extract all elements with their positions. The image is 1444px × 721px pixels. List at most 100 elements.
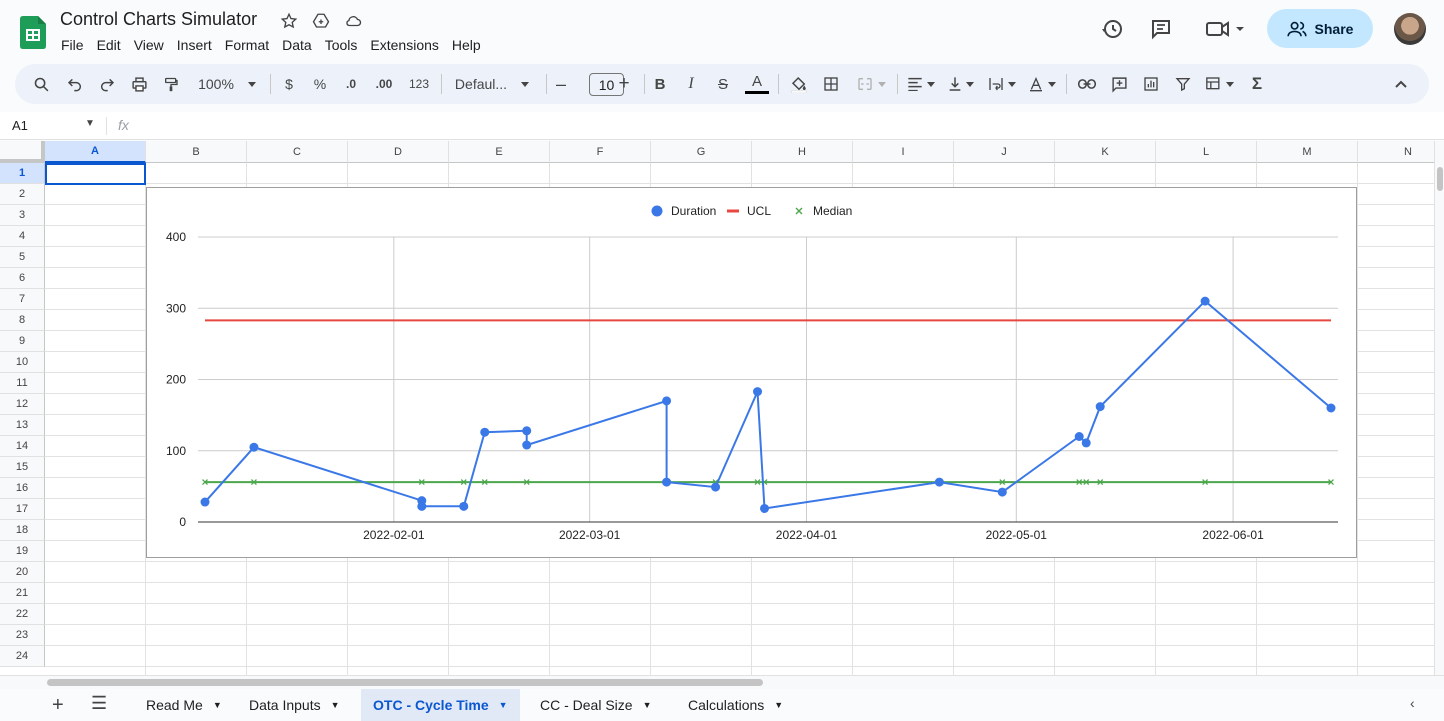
vertical-scrollbar[interactable]: [1434, 141, 1444, 675]
row-header-3[interactable]: 3: [0, 205, 45, 226]
strikethrough-button[interactable]: S: [713, 64, 733, 104]
selected-cell-a1[interactable]: [45, 163, 146, 185]
italic-button[interactable]: I: [681, 64, 701, 104]
chevron-down-icon[interactable]: ▼: [85, 118, 95, 129]
filter-views-icon[interactable]: [1201, 64, 1237, 104]
insert-comment-icon[interactable]: [1107, 64, 1131, 104]
font-family-select[interactable]: Defaul...: [451, 64, 533, 104]
column-header-d[interactable]: D: [348, 141, 449, 163]
row-header-24[interactable]: 24: [0, 646, 45, 667]
row-header-10[interactable]: 10: [0, 352, 45, 373]
menu-data[interactable]: Data: [282, 37, 312, 53]
move-to-drive-icon[interactable]: [310, 11, 332, 31]
avatar[interactable]: [1394, 13, 1426, 45]
column-header-m[interactable]: M: [1257, 141, 1358, 163]
column-header-k[interactable]: K: [1055, 141, 1156, 163]
print-icon[interactable]: [127, 64, 151, 104]
menu-file[interactable]: File: [61, 37, 84, 53]
column-header-c[interactable]: C: [247, 141, 348, 163]
version-history-icon[interactable]: [1099, 16, 1125, 42]
horizontal-align-icon[interactable]: [905, 64, 937, 104]
menu-insert[interactable]: Insert: [177, 37, 212, 53]
row-header-14[interactable]: 14: [0, 436, 45, 457]
column-header-j[interactable]: J: [954, 141, 1055, 163]
row-header-11[interactable]: 11: [0, 373, 45, 394]
menu-view[interactable]: View: [134, 37, 164, 53]
menu-edit[interactable]: Edit: [97, 37, 121, 53]
row-header-18[interactable]: 18: [0, 520, 45, 541]
row-header-7[interactable]: 7: [0, 289, 45, 310]
bold-button[interactable]: B: [650, 64, 670, 104]
row-header-5[interactable]: 5: [0, 247, 45, 268]
row-header-4[interactable]: 4: [0, 226, 45, 247]
column-header-f[interactable]: F: [550, 141, 651, 163]
currency-format-button[interactable]: $: [279, 64, 299, 104]
row-header-8[interactable]: 8: [0, 310, 45, 331]
row-header-6[interactable]: 6: [0, 268, 45, 289]
meet-icon[interactable]: [1203, 16, 1247, 42]
document-title[interactable]: Control Charts Simulator: [60, 9, 257, 30]
decrease-decimal-button[interactable]: .0: [340, 64, 362, 104]
column-header-a[interactable]: A: [45, 141, 146, 163]
row-header-2[interactable]: 2: [0, 184, 45, 205]
menu-tools[interactable]: Tools: [325, 37, 358, 53]
increase-font-size-button[interactable]: +: [615, 64, 633, 104]
percent-format-button[interactable]: %: [310, 64, 330, 104]
row-header-19[interactable]: 19: [0, 541, 45, 562]
column-header-i[interactable]: I: [853, 141, 954, 163]
select-all-corner[interactable]: [0, 141, 45, 163]
row-header-1[interactable]: 1: [0, 163, 45, 184]
row-header-16[interactable]: 16: [0, 478, 45, 499]
insert-link-icon[interactable]: [1075, 64, 1099, 104]
row-header-13[interactable]: 13: [0, 415, 45, 436]
borders-icon[interactable]: [819, 64, 843, 104]
sheet-tab-read-me[interactable]: Read Me ▼: [134, 689, 234, 721]
paint-format-icon[interactable]: [159, 64, 183, 104]
sheets-logo-icon[interactable]: [20, 16, 46, 49]
merge-cells-icon[interactable]: [853, 64, 889, 104]
comments-icon[interactable]: [1148, 16, 1174, 42]
text-wrapping-icon[interactable]: [985, 64, 1019, 104]
fill-color-icon[interactable]: [787, 64, 811, 104]
sheet-tab-cc-deal-size[interactable]: CC - Deal Size ▼: [528, 689, 664, 721]
menu-format[interactable]: Format: [225, 37, 269, 53]
zoom-select[interactable]: 100%: [193, 64, 261, 104]
add-sheet-icon[interactable]: +: [52, 694, 64, 717]
row-header-23[interactable]: 23: [0, 625, 45, 646]
undo-icon[interactable]: [63, 64, 87, 104]
filter-icon[interactable]: [1171, 64, 1195, 104]
column-header-g[interactable]: G: [651, 141, 752, 163]
redo-icon[interactable]: [95, 64, 119, 104]
search-menus-icon[interactable]: [29, 64, 53, 104]
column-header-l[interactable]: L: [1156, 141, 1257, 163]
sheet-tab-data-inputs[interactable]: Data Inputs ▼: [237, 689, 352, 721]
name-box[interactable]: A1: [12, 118, 28, 133]
share-button[interactable]: Share: [1267, 9, 1373, 48]
vertical-scroll-thumb[interactable]: [1437, 167, 1443, 191]
menu-extensions[interactable]: Extensions: [370, 37, 438, 53]
functions-button[interactable]: Σ: [1245, 64, 1269, 104]
decrease-font-size-button[interactable]: –: [552, 64, 570, 104]
collapse-sidepanel-icon[interactable]: ‹: [1410, 695, 1415, 711]
column-header-e[interactable]: E: [449, 141, 550, 163]
vertical-align-icon[interactable]: [945, 64, 977, 104]
more-formats-button[interactable]: 123: [406, 64, 432, 104]
all-sheets-icon[interactable]: ☰: [91, 693, 107, 714]
cloud-status-icon[interactable]: [342, 11, 364, 31]
sheet-tab-otc-cycle-time[interactable]: OTC - Cycle Time ▼: [361, 689, 520, 721]
sheet-tab-calculations[interactable]: Calculations ▼: [676, 689, 795, 721]
row-header-21[interactable]: 21: [0, 583, 45, 604]
text-color-button[interactable]: A: [745, 64, 769, 104]
horizontal-scroll-thumb[interactable]: [47, 679, 763, 686]
row-header-22[interactable]: 22: [0, 604, 45, 625]
star-icon[interactable]: [278, 11, 300, 31]
control-chart[interactable]: 0 100 200 300 400 2022-02-01 2022-03-01 2022-04…: [146, 187, 1357, 558]
horizontal-scrollbar[interactable]: [0, 675, 1444, 689]
column-header-b[interactable]: B: [146, 141, 247, 163]
row-header-17[interactable]: 17: [0, 499, 45, 520]
row-header-15[interactable]: 15: [0, 457, 45, 478]
text-rotation-icon[interactable]: [1025, 64, 1059, 104]
collapse-toolbar-icon[interactable]: [1389, 64, 1413, 104]
column-header-h[interactable]: H: [752, 141, 853, 163]
column-header-n[interactable]: N: [1358, 141, 1434, 163]
